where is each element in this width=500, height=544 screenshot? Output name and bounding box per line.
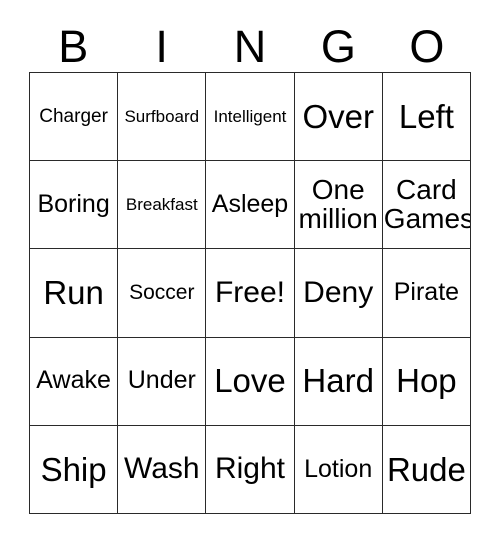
bingo-cell-label: Hop xyxy=(396,362,457,400)
bingo-cell-g5[interactable]: Lotion xyxy=(294,425,383,514)
bingo-cell-label: Under xyxy=(127,366,196,395)
bingo-cell-label: Love xyxy=(214,362,286,400)
bingo-header-letter-g: G xyxy=(320,21,356,72)
bingo-cell-label: Right xyxy=(214,452,286,486)
bingo-cell-label: One million xyxy=(298,174,378,234)
bingo-cell-n5[interactable]: Right xyxy=(206,425,295,514)
bingo-header-letter-i: I xyxy=(155,21,168,72)
bingo-cell-g4[interactable]: Hard xyxy=(294,337,383,426)
bingo-cell-label: Rude xyxy=(386,450,466,488)
bingo-cell-label: Breakfast xyxy=(125,195,198,215)
bingo-cell-label: Boring xyxy=(37,190,110,219)
bingo-cell-b2[interactable]: Boring xyxy=(30,161,119,250)
bingo-cell-label: Pirate xyxy=(393,278,460,307)
bingo-cell-o2[interactable]: Card Games xyxy=(382,161,471,250)
bingo-cell-o1[interactable]: Left xyxy=(382,73,471,162)
bingo-cell-label: Card Games xyxy=(383,174,471,234)
bingo-cell-label: Charger xyxy=(39,105,108,127)
bingo-cell-n1[interactable]: Intelligent xyxy=(206,73,295,162)
bingo-cell-i5[interactable]: Wash xyxy=(118,425,207,514)
bingo-cell-label: Wash xyxy=(124,452,200,486)
bingo-header-letter-n: N xyxy=(233,21,267,72)
bingo-cell-label: Soccer xyxy=(129,281,195,305)
bingo-cell-o5[interactable]: Rude xyxy=(382,425,471,514)
bingo-cell-o3[interactable]: Pirate xyxy=(382,249,471,338)
bingo-grid: Charger Surfboard Intelligent Over Left … xyxy=(29,72,471,514)
bingo-cell-label: Over xyxy=(302,97,374,135)
bingo-card: B I N G O Charger Surfboard Intelligent … xyxy=(0,0,500,544)
bingo-cell-b5[interactable]: Ship xyxy=(30,425,119,514)
bingo-cell-b4[interactable]: Awake xyxy=(30,337,119,426)
bingo-cell-i2[interactable]: Breakfast xyxy=(118,161,207,250)
bingo-cell-label: Asleep xyxy=(211,190,289,219)
bingo-header-letter-b: B xyxy=(58,21,89,72)
bingo-cell-i1[interactable]: Surfboard xyxy=(118,73,207,162)
bingo-header-letter-o: O xyxy=(409,21,445,72)
bingo-cell-g2[interactable]: One million xyxy=(294,161,383,250)
bingo-cell-label: Deny xyxy=(303,275,374,309)
bingo-cell-b3[interactable]: Run xyxy=(30,249,119,338)
bingo-cell-label: Intelligent xyxy=(213,106,287,126)
bingo-cell-label: Ship xyxy=(40,450,107,488)
bingo-cell-label: Lotion xyxy=(304,454,373,483)
bingo-cell-label: Left xyxy=(398,97,454,135)
bingo-cell-o4[interactable]: Hop xyxy=(382,337,471,426)
bingo-cell-b1[interactable]: Charger xyxy=(30,73,119,162)
bingo-cell-i4[interactable]: Under xyxy=(118,337,207,426)
bingo-cell-i3[interactable]: Soccer xyxy=(118,249,207,338)
bingo-cell-label: Awake xyxy=(36,366,111,395)
bingo-cell-n2[interactable]: Asleep xyxy=(206,161,295,250)
bingo-cell-label: Hard xyxy=(302,362,374,400)
bingo-cell-label: Surfboard xyxy=(124,106,200,126)
bingo-cell-n4[interactable]: Love xyxy=(206,337,295,426)
bingo-header-row: B I N G O xyxy=(29,18,471,70)
bingo-cell-g1[interactable]: Over xyxy=(294,73,383,162)
bingo-cell-label: Run xyxy=(43,274,104,312)
bingo-cell-free[interactable]: Free! xyxy=(206,249,295,338)
bingo-cell-g3[interactable]: Deny xyxy=(294,249,383,338)
bingo-cell-label: Free! xyxy=(214,275,285,309)
